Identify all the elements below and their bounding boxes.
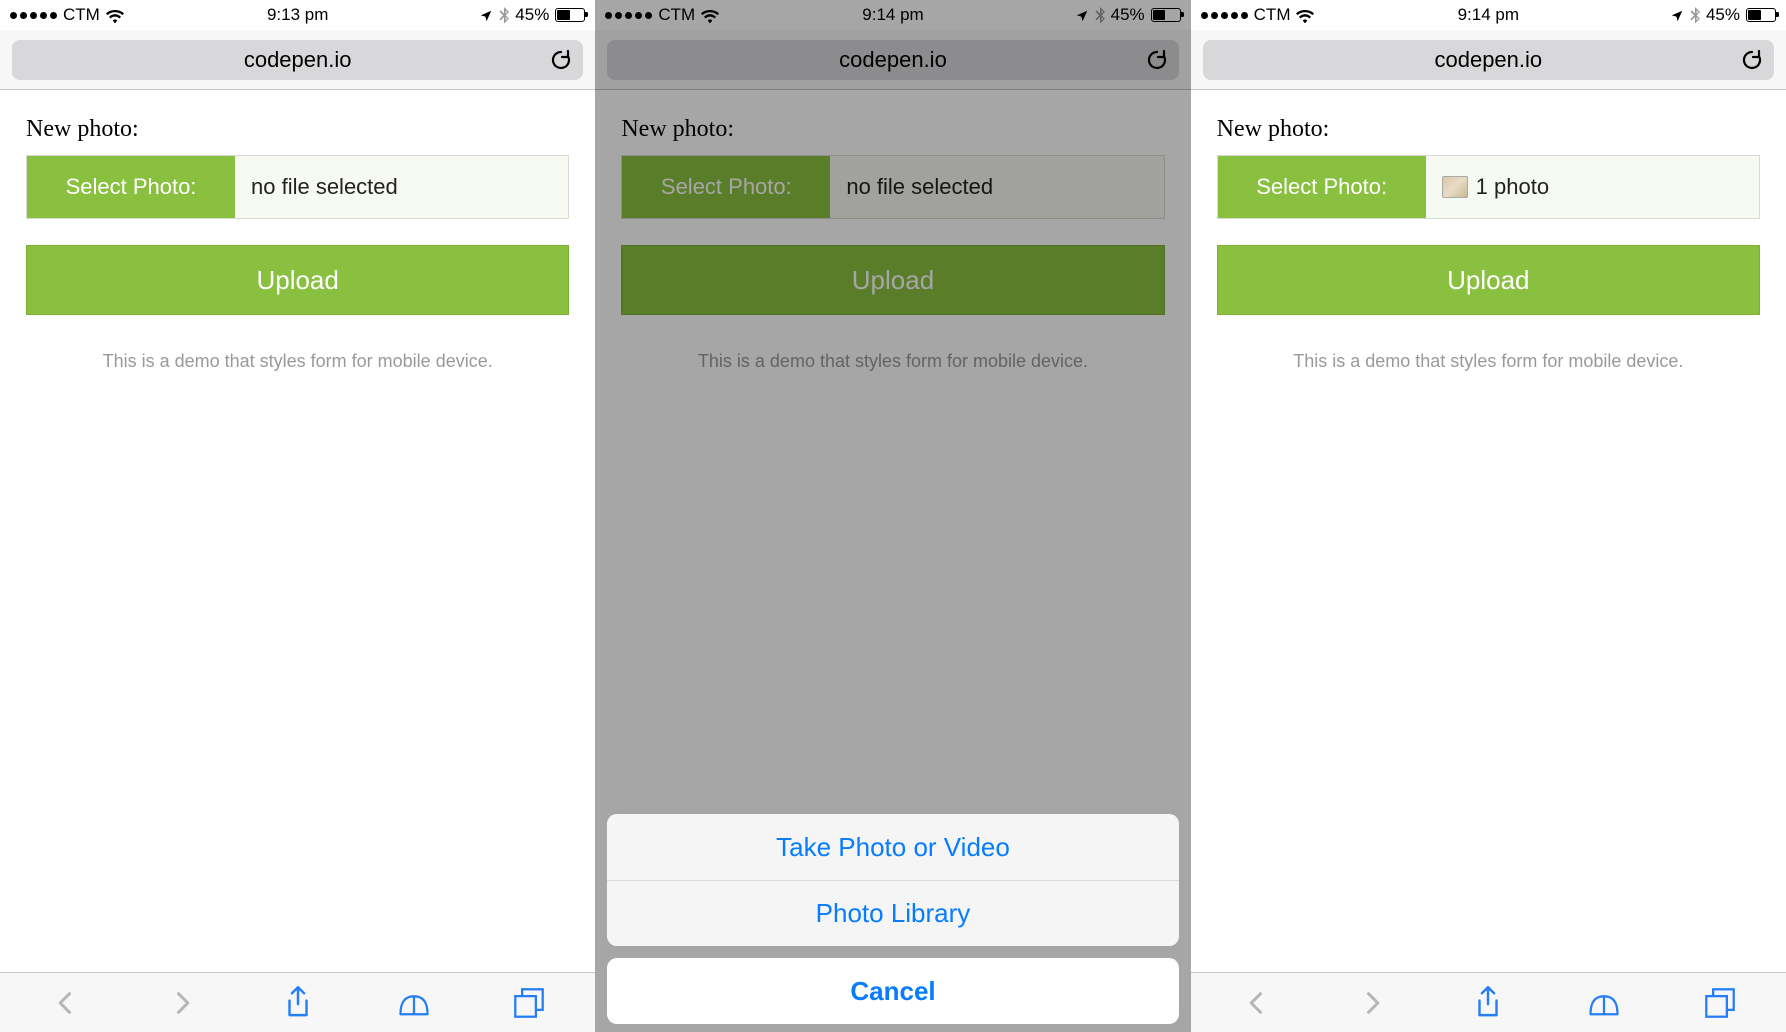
address-bar: codepen.io [0, 30, 595, 90]
upload-button[interactable]: Upload [621, 245, 1164, 315]
bluetooth-icon [1690, 7, 1700, 23]
battery-icon [1746, 8, 1776, 22]
file-picker-row: Select Photo: no file selected [26, 155, 569, 219]
form-label: New photo: [1217, 116, 1760, 143]
phone-screen-2: CTM 9:14 pm 45% codepen.io New photo: [595, 0, 1190, 1032]
select-photo-button[interactable]: Select Photo: [1218, 156, 1426, 218]
status-bar: CTM 9:13 pm 45% [0, 0, 595, 30]
battery-icon [555, 8, 585, 22]
demo-caption: This is a demo that styles form for mobi… [26, 351, 569, 372]
battery-icon [1151, 8, 1181, 22]
demo-caption: This is a demo that styles form for mobi… [621, 351, 1164, 372]
actionsheet-photo-library[interactable]: Photo Library [607, 880, 1178, 946]
forward-icon[interactable] [164, 985, 200, 1021]
file-display: no file selected [830, 156, 1163, 218]
action-sheet: Take Photo or Video Photo Library Cancel [607, 814, 1178, 1024]
back-icon[interactable] [48, 985, 84, 1021]
address-bar: codepen.io [595, 30, 1190, 90]
file-display-text: 1 photo [1476, 174, 1549, 200]
select-photo-button[interactable]: Select Photo: [622, 156, 830, 218]
select-photo-button[interactable]: Select Photo: [27, 156, 235, 218]
reload-icon[interactable] [1145, 48, 1169, 72]
file-picker-row: Select Photo: 1 photo [1217, 155, 1760, 219]
photo-thumbnail-icon [1442, 176, 1468, 198]
url-field[interactable]: codepen.io [1203, 40, 1774, 80]
bottom-toolbar [1191, 972, 1786, 1032]
forward-icon[interactable] [1354, 985, 1390, 1021]
file-display-text: no file selected [846, 174, 993, 200]
tabs-icon[interactable] [511, 985, 547, 1021]
tabs-icon[interactable] [1702, 985, 1738, 1021]
bottom-toolbar [0, 972, 595, 1032]
share-icon[interactable] [1470, 985, 1506, 1021]
file-display: 1 photo [1426, 156, 1759, 218]
back-icon[interactable] [1239, 985, 1275, 1021]
form-label: New photo: [26, 116, 569, 143]
url-text: codepen.io [839, 47, 947, 73]
reload-icon[interactable] [549, 48, 573, 72]
file-display: no file selected [235, 156, 568, 218]
url-text: codepen.io [1434, 47, 1542, 73]
file-display-text: no file selected [251, 174, 398, 200]
share-icon[interactable] [280, 985, 316, 1021]
bluetooth-icon [1095, 7, 1105, 23]
bookmarks-icon[interactable] [396, 985, 432, 1021]
url-field[interactable]: codepen.io [12, 40, 583, 80]
bookmarks-icon[interactable] [1586, 985, 1622, 1021]
actionsheet-cancel[interactable]: Cancel [607, 958, 1178, 1024]
bluetooth-icon [499, 7, 509, 23]
form-label: New photo: [621, 116, 1164, 143]
upload-button[interactable]: Upload [1217, 245, 1760, 315]
file-picker-row: Select Photo: no file selected [621, 155, 1164, 219]
phone-screen-3: CTM 9:14 pm 45% codepen.io New photo: [1191, 0, 1786, 1032]
status-bar: CTM 9:14 pm 45% [1191, 0, 1786, 30]
upload-button[interactable]: Upload [26, 245, 569, 315]
actionsheet-take-photo[interactable]: Take Photo or Video [607, 814, 1178, 880]
reload-icon[interactable] [1740, 48, 1764, 72]
status-bar: CTM 9:14 pm 45% [595, 0, 1190, 30]
phone-screen-1: CTM 9:13 pm 45% codepen.io New photo: [0, 0, 595, 1032]
url-field[interactable]: codepen.io [607, 40, 1178, 80]
address-bar: codepen.io [1191, 30, 1786, 90]
demo-caption: This is a demo that styles form for mobi… [1217, 351, 1760, 372]
url-text: codepen.io [244, 47, 352, 73]
